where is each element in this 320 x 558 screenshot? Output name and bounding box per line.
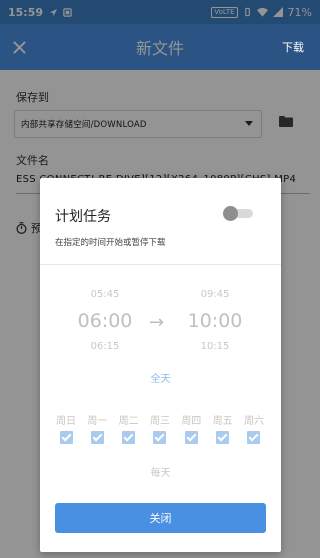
- day-label: 周日: [56, 416, 76, 427]
- every-day-label: 每天: [150, 468, 171, 479]
- day-thursday[interactable]: 周四: [179, 412, 203, 444]
- checkbox-icon[interactable]: [247, 431, 261, 444]
- all-day-option[interactable]: 全天: [40, 370, 281, 385]
- day-label: 周三: [149, 416, 170, 427]
- checkbox-icon[interactable]: [153, 431, 167, 444]
- dialog-divider: [40, 264, 281, 265]
- end-time-next[interactable]: 10:15: [185, 341, 245, 352]
- day-wednesday[interactable]: 周三: [148, 412, 172, 444]
- close-dialog-label: 关闭: [149, 512, 172, 525]
- checkbox-icon[interactable]: [59, 431, 73, 444]
- day-label: 周六: [243, 416, 264, 427]
- schedule-toggle[interactable]: [223, 206, 253, 221]
- day-label: 周二: [118, 416, 139, 427]
- end-time-prev[interactable]: 09:45: [185, 289, 245, 300]
- start-time-current[interactable]: 06:00: [75, 310, 135, 332]
- toggle-thumb: [223, 206, 238, 221]
- end-time-current[interactable]: 10:00: [185, 310, 245, 332]
- schedule-dialog: 计划任务 在指定的时间开始或暂停下载 05:45 06:00 06:15 → 0…: [40, 178, 281, 552]
- day-tuesday[interactable]: 周二: [117, 412, 141, 444]
- day-monday[interactable]: 周一: [85, 412, 109, 444]
- day-sunday[interactable]: 周日: [54, 412, 78, 444]
- checkbox-icon[interactable]: [216, 431, 230, 444]
- close-dialog-button[interactable]: 关闭: [55, 503, 266, 533]
- day-label: 周一: [87, 416, 108, 427]
- checkbox-icon[interactable]: [90, 431, 104, 444]
- dialog-title: 计划任务: [55, 209, 111, 225]
- day-label: 周五: [212, 416, 233, 427]
- arrow-right-icon: →: [149, 312, 165, 333]
- day-friday[interactable]: 周五: [211, 412, 235, 444]
- weekday-selector: 周日 周一 周二 周三 周四 周五 周六: [54, 412, 266, 444]
- dialog-subtitle: 在指定的时间开始或暂停下载: [55, 238, 166, 248]
- checkbox-icon[interactable]: [184, 431, 198, 444]
- day-label: 周四: [181, 416, 202, 427]
- checkbox-icon[interactable]: [122, 431, 136, 444]
- start-time-prev[interactable]: 05:45: [75, 289, 135, 300]
- start-time-next[interactable]: 06:15: [75, 341, 135, 352]
- day-saturday[interactable]: 周六: [242, 412, 266, 444]
- download-button[interactable]: 下载: [282, 39, 304, 55]
